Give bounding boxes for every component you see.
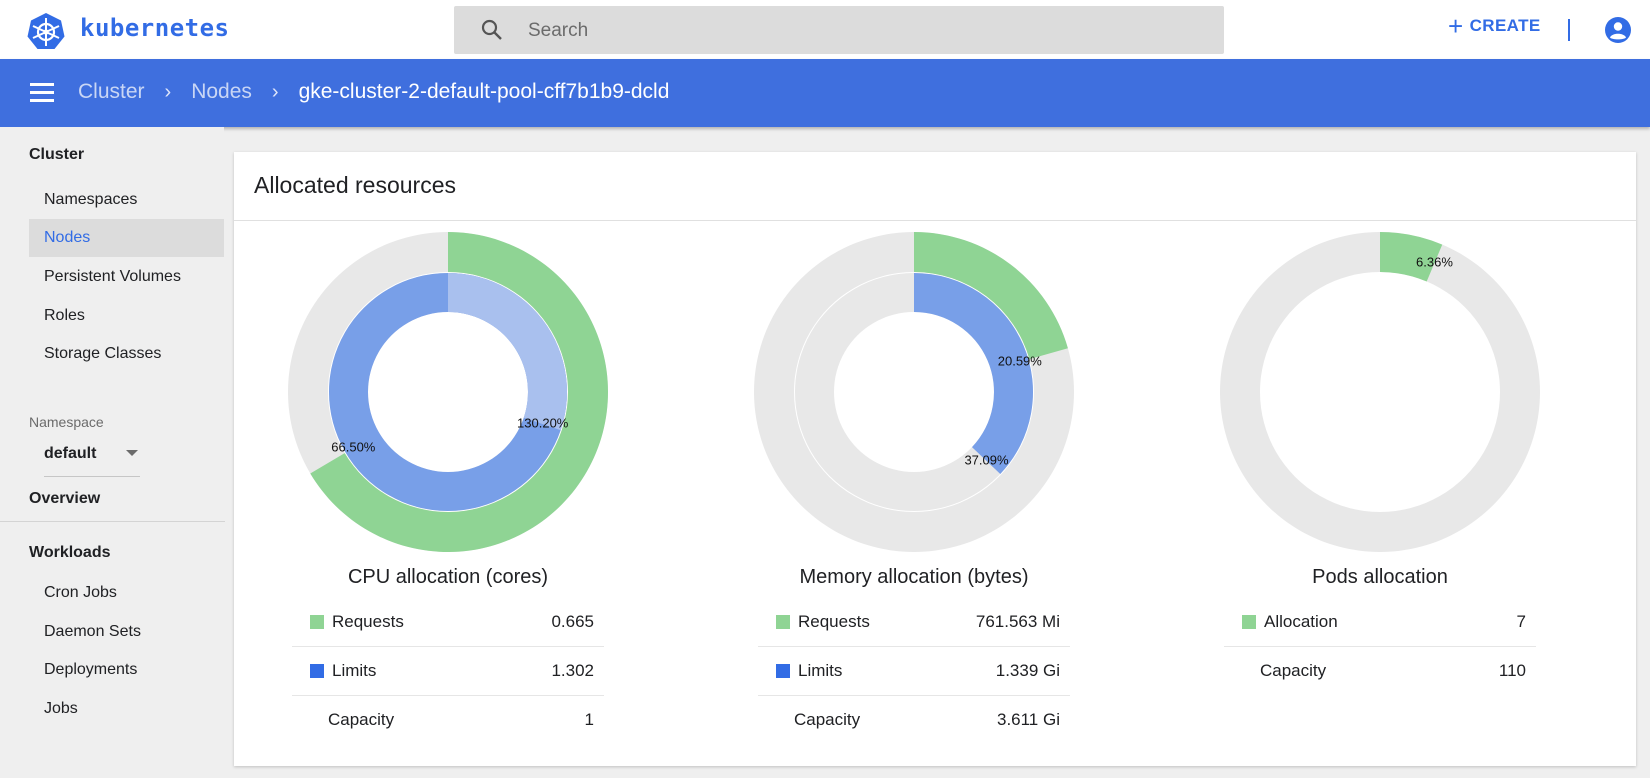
legend-value: 1.302	[551, 661, 594, 680]
cpu-chart-title: CPU allocation (cores)	[347, 566, 549, 588]
sidebar-heading-cluster[interactable]: Cluster	[29, 146, 84, 164]
legend-name: Limits	[332, 661, 377, 680]
breadcrumb: Cluster › Nodes › gke-cluster-2-default-…	[78, 80, 669, 104]
create-button[interactable]: + CREATE	[1448, 11, 1541, 41]
sidebar-divider	[0, 521, 225, 522]
legend-name: Requests	[798, 612, 870, 631]
top-bar: kubernetes Search + CREATE	[0, 0, 1650, 59]
legend-row-requests: Requests 761.563 Mi	[758, 598, 1070, 647]
breadcrumb-cluster[interactable]: Cluster	[78, 80, 145, 104]
allocation-ring-track	[1220, 232, 1540, 552]
legend-row-limits: Limits 1.302	[292, 647, 604, 696]
brand-name[interactable]: kubernetes	[80, 14, 230, 42]
sidebar-item-overview[interactable]: Overview	[29, 490, 100, 508]
memory-donut-chart: 20.59% 37.09%	[754, 232, 1074, 552]
account-icon[interactable]	[1604, 16, 1632, 44]
limits-swatch	[310, 664, 324, 678]
chevron-right-icon: ›	[271, 80, 279, 103]
limits-percent-label: 130.20%	[517, 416, 569, 431]
legend-name: Allocation	[1264, 612, 1338, 631]
legend-value: 110	[1498, 661, 1526, 680]
namespace-value: default	[44, 445, 97, 462]
sidebar-item-nodes[interactable]: Nodes	[29, 219, 224, 257]
sidebar-item-jobs[interactable]: Jobs	[29, 690, 224, 728]
sidebar-item-cron-jobs[interactable]: Cron Jobs	[29, 574, 224, 612]
legend-row-capacity: Capacity 1	[292, 696, 604, 745]
breadcrumb-nodes[interactable]: Nodes	[191, 80, 252, 104]
breadcrumb-current: gke-cluster-2-default-pool-cff7b1b9-dcld	[298, 80, 670, 103]
cpu-legend: Requests 0.665 Limits 1.302 Capacity 1	[292, 598, 604, 745]
legend-value: 761.563 Mi	[975, 612, 1060, 631]
legend-value: 1	[584, 710, 594, 729]
search-input[interactable]: Search	[454, 6, 1224, 54]
allocation-percent-label: 6.36%	[1416, 254, 1453, 269]
limits-percent-label: 37.09%	[964, 452, 1009, 467]
sidebar-heading-workloads[interactable]: Workloads	[29, 544, 111, 562]
legend-row-capacity: Capacity 3.611 Gi	[758, 696, 1070, 745]
legend-name: Capacity	[794, 710, 861, 729]
requests-swatch	[310, 615, 324, 629]
allocation-swatch	[1242, 615, 1256, 629]
requests-percent-label: 20.59%	[998, 353, 1043, 368]
cpu-donut-chart: 66.50% 130.20%	[288, 232, 608, 552]
breadcrumb-bar: Cluster › Nodes › gke-cluster-2-default-…	[0, 59, 1650, 127]
kubernetes-logo-icon[interactable]	[27, 12, 65, 50]
requests-swatch	[776, 615, 790, 629]
card-title: Allocated resources	[254, 172, 456, 198]
sidebar-item-deployments[interactable]: Deployments	[29, 651, 224, 689]
pods-chart-title: Pods allocation	[1312, 566, 1448, 588]
sidebar-item-namespaces[interactable]: Namespaces	[29, 181, 224, 219]
search-placeholder: Search	[528, 20, 589, 41]
legend-row-capacity: Capacity 110	[1224, 647, 1536, 696]
sidebar-item-daemon-sets[interactable]: Daemon Sets	[29, 613, 224, 651]
legend-name: Capacity	[1260, 661, 1327, 680]
legend-value: 3.611 Gi	[996, 710, 1060, 729]
caret-down-icon	[126, 450, 138, 456]
namespace-select[interactable]: default	[44, 445, 140, 477]
requests-percent-label: 66.50%	[331, 439, 376, 454]
legend-value: 0.665	[551, 612, 594, 631]
legend-name: Capacity	[328, 710, 395, 729]
header-divider	[1568, 19, 1570, 41]
legend-value: 7	[1516, 612, 1526, 631]
sidebar-item-roles[interactable]: Roles	[29, 297, 224, 335]
legend-value: 1.339 Gi	[995, 661, 1060, 680]
pods-donut-chart: 6.36%	[1220, 232, 1540, 552]
namespace-label: Namespace	[29, 414, 104, 430]
allocated-resources-card: Allocated resources 66.50% 130.20% CPU al…	[234, 152, 1636, 766]
search-icon	[481, 19, 502, 40]
card-divider	[234, 220, 1636, 221]
memory-chart-title: Memory allocation (bytes)	[799, 566, 1029, 588]
legend-name: Requests	[332, 612, 404, 631]
legend-name: Limits	[798, 661, 843, 680]
plus-icon: +	[1448, 11, 1464, 41]
sidebar: Cluster Namespaces Nodes Persistent Volu…	[0, 127, 225, 778]
memory-legend: Requests 761.563 Mi Limits 1.339 Gi Capa…	[758, 598, 1070, 745]
create-label: CREATE	[1469, 16, 1541, 35]
sidebar-item-persistent-volumes[interactable]: Persistent Volumes	[29, 258, 224, 296]
legend-row-requests: Requests 0.665	[292, 598, 604, 647]
sidebar-item-storage-classes[interactable]: Storage Classes	[29, 335, 224, 373]
limits-swatch	[776, 664, 790, 678]
legend-row-allocation: Allocation 7	[1224, 598, 1536, 647]
chevron-right-icon: ›	[164, 80, 172, 103]
pods-legend: Allocation 7 Capacity 110	[1224, 598, 1536, 696]
menu-icon[interactable]	[30, 83, 54, 103]
legend-row-limits: Limits 1.339 Gi	[758, 647, 1070, 696]
